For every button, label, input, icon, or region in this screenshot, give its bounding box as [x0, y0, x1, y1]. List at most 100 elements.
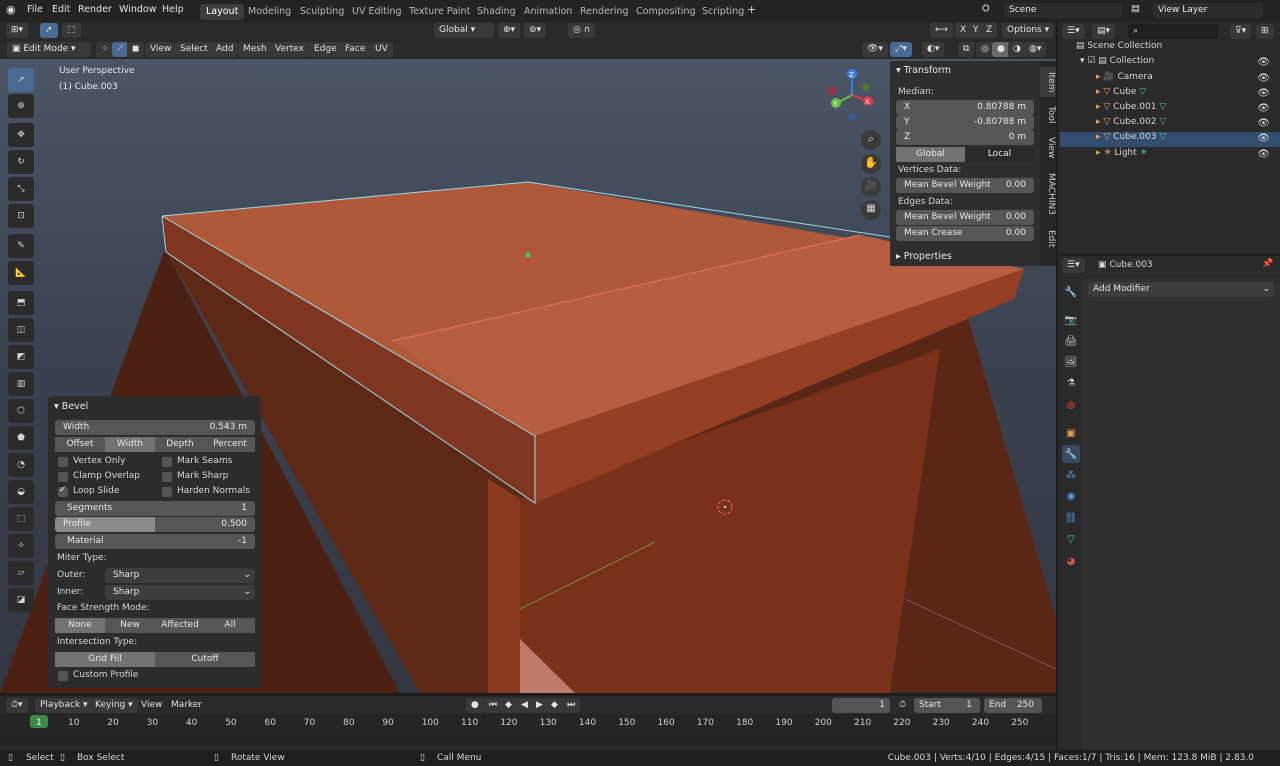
jump-end-icon[interactable]: ⏭	[562, 698, 581, 713]
outer-miter-dropdown[interactable]: Sharp ⌄	[105, 568, 255, 583]
view-layer-props-icon[interactable]: 🖼	[1062, 353, 1080, 371]
prev-keyframe-icon[interactable]: ◆	[500, 698, 517, 713]
segments-field[interactable]: Segments 1	[55, 501, 255, 516]
rip-tool-icon[interactable]: ◪	[8, 588, 34, 612]
xray-icon[interactable]: ⧉	[958, 42, 975, 57]
width-type-offset[interactable]: Offset	[55, 437, 105, 452]
editor-type-icon[interactable]: ⊞▾	[6, 23, 29, 38]
material-props-icon[interactable]: ◕	[1062, 552, 1080, 570]
tab-uv-editing[interactable]: UV Editing	[346, 4, 408, 20]
width-type-width[interactable]: Width	[105, 437, 155, 452]
face-mode-all[interactable]: All	[205, 618, 255, 633]
global-toggle[interactable]: Global	[896, 147, 965, 162]
menu-edit[interactable]: Edit	[52, 4, 70, 15]
visibility-icon[interactable]: 👁▾	[862, 42, 888, 57]
menu-add[interactable]: Add	[211, 42, 239, 57]
record-icon[interactable]: ●	[466, 698, 484, 713]
menu-uv[interactable]: UV	[370, 42, 393, 57]
ortho-toggle-icon[interactable]: ▦	[861, 200, 881, 220]
width-type-percent[interactable]: Percent	[205, 437, 255, 452]
loop-cut-tool-icon[interactable]: ▥	[8, 372, 34, 396]
outliner-item-cube-001[interactable]: ▸ ▽ Cube.001 ▽ 👁	[1060, 102, 1280, 117]
object-props-icon[interactable]: ▣	[1062, 424, 1080, 442]
knife-tool-icon[interactable]: ⬡	[8, 399, 34, 423]
menu-vertex[interactable]: Vertex	[270, 42, 309, 57]
output-props-icon[interactable]: 🖨	[1062, 332, 1080, 350]
transform-header[interactable]: ▾ Transform	[896, 65, 951, 76]
orientation-dropdown[interactable]: Global ▾	[434, 23, 494, 38]
overlay-icon[interactable]: ◐▾	[922, 42, 945, 57]
edge-select-icon[interactable]: ⟋	[112, 42, 129, 57]
intersection-cutoff[interactable]: Cutoff	[155, 652, 255, 667]
cursor-tool-icon[interactable]: ⊕	[8, 94, 34, 118]
next-keyframe-icon[interactable]: ◆	[546, 698, 563, 713]
render-props-icon[interactable]: 📷	[1062, 311, 1080, 329]
eye-icon[interactable]: 👁	[1257, 57, 1270, 68]
add-workspace-icon[interactable]: +	[747, 3, 756, 16]
bevel-width-field[interactable]: Width 0.543 m	[55, 420, 255, 435]
zoom-icon[interactable]: ⌕	[861, 130, 881, 150]
face-select-icon[interactable]: ◼	[127, 42, 145, 57]
view-layer-selector[interactable]: View Layer	[1153, 3, 1263, 18]
mark-seams-checkbox[interactable]	[162, 457, 172, 467]
options-button[interactable]: Options ▾	[1002, 23, 1055, 38]
extrude-tool-icon[interactable]: ⬒	[8, 291, 34, 315]
spin-tool-icon[interactable]: ◔	[8, 453, 34, 477]
scene-selector[interactable]: Scene	[1004, 3, 1122, 18]
properties-editor-icon[interactable]: ☰▾	[1062, 258, 1085, 273]
intersection-grid-fill[interactable]: Grid Fill	[55, 652, 155, 667]
tab-compositing[interactable]: Compositing	[630, 4, 702, 20]
pin-icon[interactable]: 📌	[1262, 259, 1273, 269]
vertex-bevel-weight-field[interactable]: Mean Bevel Weight 0.00	[896, 178, 1034, 193]
tab-modeling[interactable]: Modeling	[242, 4, 297, 20]
camera-view-icon[interactable]: 🎥	[861, 177, 881, 197]
menu-marker[interactable]: Marker	[166, 698, 207, 713]
smooth-tool-icon[interactable]: ◒	[8, 480, 34, 504]
profile-slider[interactable]: Profile 0.500	[55, 517, 255, 532]
shading-rendered-icon[interactable]: ◍▾	[1024, 42, 1047, 57]
menu-playback[interactable]: Playback ▾	[35, 698, 93, 713]
select-tool-icon[interactable]: ➚	[40, 23, 58, 38]
mode-dropdown[interactable]: ▣ Edit Mode ▾	[7, 42, 91, 57]
tab-view[interactable]: View	[1040, 135, 1056, 161]
end-frame-field[interactable]: End 250	[984, 698, 1042, 713]
menu-edge[interactable]: Edge	[309, 42, 342, 57]
snap-icon[interactable]: ⊚▾	[524, 23, 547, 38]
menu-view[interactable]: View	[145, 42, 177, 57]
view-layer-icon[interactable]: ▤	[1131, 3, 1140, 14]
edge-bevel-weight-field[interactable]: Mean Bevel Weight 0.00	[896, 210, 1034, 225]
tab-sculpting[interactable]: Sculpting	[294, 4, 350, 20]
menu-timeline-view[interactable]: View	[136, 698, 167, 713]
mean-crease-field[interactable]: Mean Crease 0.00	[896, 226, 1034, 241]
poly-build-tool-icon[interactable]: ⬟	[8, 426, 34, 450]
pan-icon[interactable]: ✋	[861, 154, 881, 174]
display-mode-icon[interactable]: ▤▾	[1092, 24, 1116, 39]
median-x-field[interactable]: X 0.80788 m	[896, 100, 1034, 115]
tab-animation[interactable]: Animation	[518, 4, 578, 20]
outliner-collection[interactable]: ▾ ☑ ▤ Collection 👁	[1060, 56, 1280, 71]
tab-machin3[interactable]: MACHIN3	[1040, 169, 1056, 219]
custom-profile-checkbox[interactable]	[58, 671, 68, 681]
menu-face[interactable]: Face	[340, 42, 371, 57]
navigation-gizmo[interactable]: Z X Y	[822, 65, 882, 125]
harden-normals-checkbox[interactable]	[162, 487, 172, 497]
add-modifier-dropdown[interactable]: Add Modifier ⌄	[1088, 282, 1274, 297]
blender-logo-icon[interactable]: ◉	[6, 3, 16, 16]
eye-icon[interactable]: 👁	[1257, 103, 1270, 114]
tab-edit[interactable]: Edit	[1040, 227, 1056, 251]
tab-texture-paint[interactable]: Texture Paint	[403, 4, 476, 20]
eye-icon[interactable]: 👁	[1257, 149, 1270, 160]
shrink-tool-icon[interactable]: ✧	[8, 534, 34, 558]
face-mode-none[interactable]: None	[55, 618, 105, 633]
vertex-select-icon[interactable]: ⁘	[96, 42, 114, 57]
pivot-icon[interactable]: ⊕▾	[498, 23, 521, 38]
select-mode-icon[interactable]: ⬚	[62, 23, 81, 38]
outliner-item-cube[interactable]: ▸ ▽ Cube ▽ 👁	[1060, 87, 1280, 102]
properties-header[interactable]: ▸ Properties	[896, 251, 952, 262]
menu-help[interactable]: Help	[162, 4, 184, 15]
eye-icon[interactable]: 👁	[1257, 118, 1270, 129]
eye-icon[interactable]: 👁	[1257, 88, 1270, 99]
data-props-icon[interactable]: ▽	[1062, 530, 1080, 548]
outliner-item-cube-002[interactable]: ▸ ▽ Cube.002 ▽ 👁	[1060, 117, 1280, 132]
clock-icon[interactable]: ⏱	[894, 698, 911, 713]
